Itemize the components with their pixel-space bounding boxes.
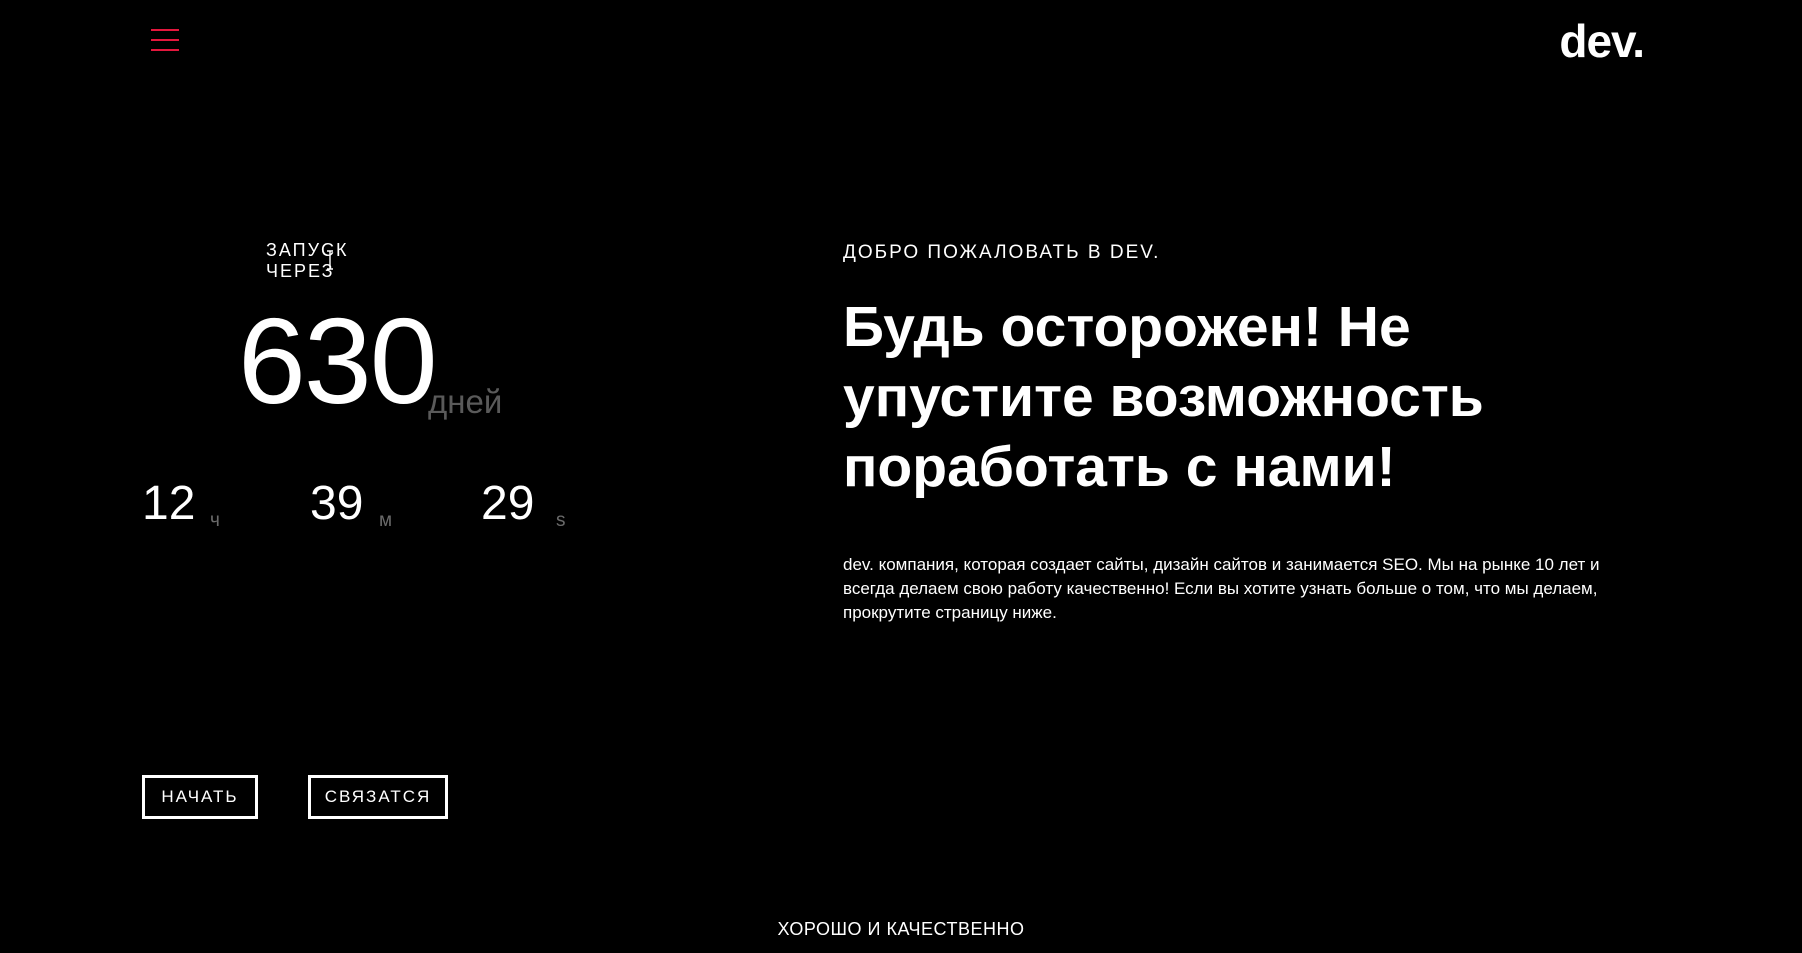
landing-page: dev. ЗАПУСК ЧЕРЕЗ 630 дней 12 ч 39 м 29 … <box>0 0 1802 953</box>
countdown-days-unit: дней <box>428 383 503 420</box>
section-tagline: ХОРОШО И КАЧЕСТВЕННО <box>777 919 1025 939</box>
hours-value: 12 <box>142 477 196 530</box>
countdown-days: 630 <box>238 293 438 429</box>
menu-line <box>151 29 179 31</box>
text-cursor-icon <box>327 250 333 270</box>
hero-description: dev. компания, которая создает сайты, ди… <box>843 555 1600 622</box>
hours-unit: ч <box>210 510 220 531</box>
seconds-unit: s <box>556 510 566 531</box>
welcome-subtitle: ДОБРО ПОЖАЛОВАТЬ В DEV. <box>843 242 1161 263</box>
countdown-label: ЗАПУСК ЧЕРЕЗ <box>266 240 349 281</box>
hero-headline: Будь осторожен! Не упустите возможность … <box>843 295 1484 499</box>
minutes-unit: м <box>379 510 393 531</box>
minutes-value: 39 <box>310 477 364 530</box>
start-button[interactable]: НАЧАТЬ <box>142 775 258 819</box>
logo[interactable]: dev. <box>1559 14 1645 68</box>
seconds-value: 29 <box>481 477 535 530</box>
menu-line <box>151 39 179 41</box>
menu-line <box>151 49 179 51</box>
hamburger-menu-icon[interactable] <box>151 29 179 51</box>
contact-button[interactable]: СВЯЗАТСЯ <box>308 775 448 819</box>
